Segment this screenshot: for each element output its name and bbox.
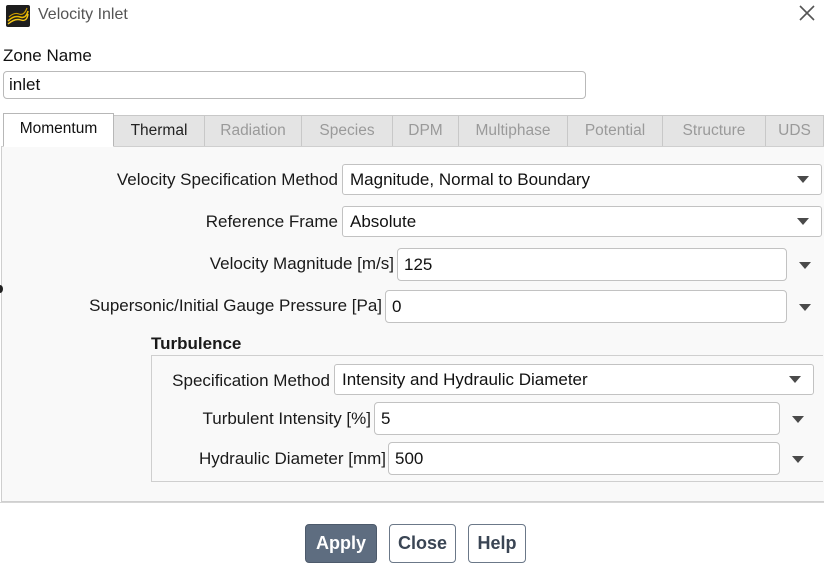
- tab-species[interactable]: Species: [301, 115, 393, 146]
- tab-radiation[interactable]: Radiation: [204, 115, 302, 146]
- close-button[interactable]: Close: [389, 524, 456, 563]
- tab-uds[interactable]: UDS: [765, 115, 824, 146]
- tab-potential[interactable]: Potential: [567, 115, 663, 146]
- close-icon[interactable]: [796, 4, 818, 26]
- zone-name-input[interactable]: [3, 71, 586, 99]
- window-title: Velocity Inlet: [38, 6, 128, 23]
- turbulence-spec-value: Intensity and Hydraulic Diameter: [342, 370, 588, 389]
- turbulence-title: Turbulence: [151, 334, 242, 353]
- tab-dpm[interactable]: DPM: [392, 115, 459, 146]
- chevron-down-icon: [797, 218, 809, 225]
- turbulent-intensity-input[interactable]: 5: [374, 402, 780, 435]
- gauge-pressure-input[interactable]: 0: [385, 290, 787, 323]
- turbulent-intensity-options-icon[interactable]: [792, 416, 804, 423]
- apply-button[interactable]: Apply: [305, 524, 377, 563]
- chevron-down-icon: [797, 176, 809, 183]
- reference-frame-dropdown[interactable]: Absolute: [342, 206, 822, 237]
- turbulent-intensity-label: Turbulent Intensity [%]: [202, 409, 371, 428]
- help-button[interactable]: Help: [468, 524, 526, 563]
- reference-frame-label: Reference Frame: [205, 212, 338, 231]
- turbulence-spec-label: Specification Method: [172, 371, 330, 390]
- tab-multiphase[interactable]: Multiphase: [458, 115, 568, 146]
- zone-name-label: Zone Name: [3, 46, 92, 65]
- title-bar: Velocity Inlet: [0, 0, 824, 34]
- chevron-down-icon: [789, 376, 801, 383]
- hydraulic-diameter-input[interactable]: 500: [388, 442, 780, 475]
- gauge-pressure-options-icon[interactable]: [799, 304, 811, 311]
- hydraulic-diameter-label: Hydraulic Diameter [mm]: [198, 449, 386, 468]
- velocity-spec-label: Velocity Specification Method: [116, 170, 338, 189]
- fluent-app-icon: [6, 5, 30, 27]
- turbulence-spec-dropdown[interactable]: Intensity and Hydraulic Diameter: [334, 364, 814, 395]
- velocity-magnitude-input[interactable]: 125: [397, 248, 787, 281]
- velocity-magnitude-label: Velocity Magnitude [m/s]: [209, 254, 394, 273]
- tab-thermal[interactable]: Thermal: [113, 115, 205, 146]
- velocity-spec-dropdown[interactable]: Magnitude, Normal to Boundary: [342, 164, 822, 195]
- tab-bar: Momentum Thermal Radiation Species DPM M…: [0, 113, 824, 147]
- tab-structure[interactable]: Structure: [662, 115, 766, 146]
- gauge-pressure-label: Supersonic/Initial Gauge Pressure [Pa]: [89, 296, 382, 315]
- hydraulic-diameter-options-icon[interactable]: [792, 456, 804, 463]
- reference-frame-value: Absolute: [350, 212, 417, 231]
- velocity-magnitude-options-icon[interactable]: [799, 262, 811, 269]
- footer-divider: [0, 502, 824, 503]
- velocity-spec-value: Magnitude, Normal to Boundary: [350, 170, 591, 189]
- tab-momentum[interactable]: Momentum: [3, 113, 114, 147]
